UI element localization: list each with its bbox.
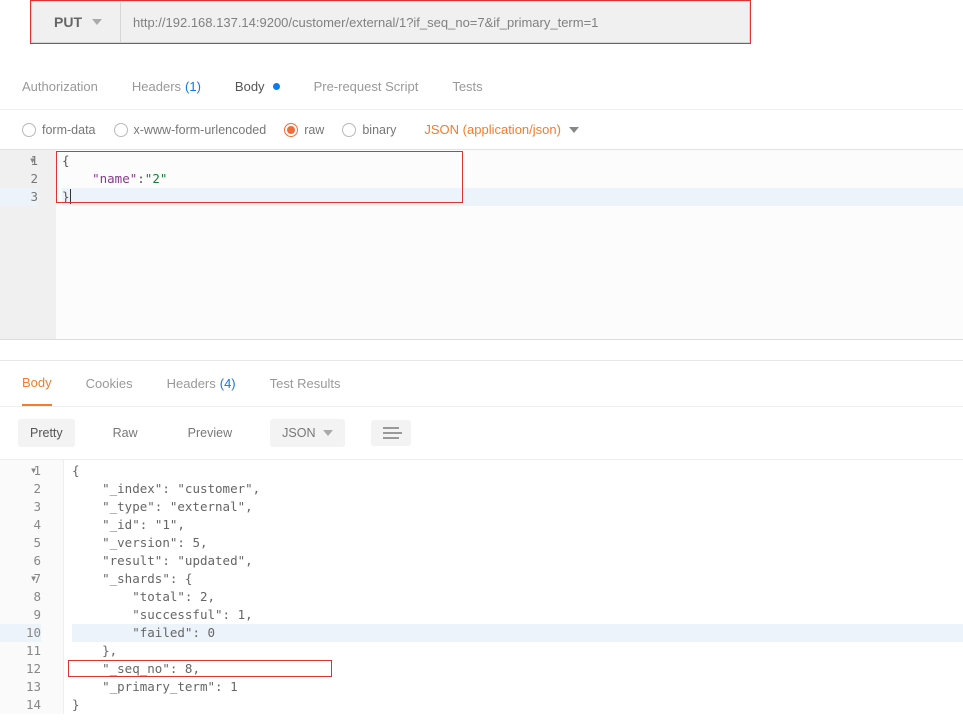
method-label: PUT [54, 14, 82, 30]
radio-raw[interactable]: raw [284, 123, 324, 137]
response-toolbar: Pretty Raw Preview JSON [0, 407, 963, 460]
code-area[interactable]: { "name":"2" } [56, 150, 963, 206]
view-pretty[interactable]: Pretty [18, 419, 75, 447]
tab-res-body[interactable]: Body [22, 361, 52, 406]
chevron-down-icon [92, 19, 102, 25]
radio-icon [284, 123, 298, 137]
fold-icon: ▼ [31, 462, 36, 480]
request-body-editor[interactable]: 1▼ 2 3 { "name":"2" } [0, 150, 963, 340]
gutter: 1▼ 2 3 4 5 6 7▼ 8 9 10 11 12 13 14 [0, 460, 64, 714]
body-type-selector: form-data x-www-form-urlencoded raw bina… [0, 110, 963, 150]
response-type-dropdown[interactable]: JSON [270, 419, 345, 447]
view-raw[interactable]: Raw [101, 419, 150, 447]
url-input[interactable]: http://192.168.137.14:9200/customer/exte… [120, 2, 749, 42]
content-type-dropdown[interactable]: JSON (application/json) [424, 122, 579, 137]
chevron-down-icon [323, 430, 333, 436]
response-body-editor[interactable]: 1▼ 2 3 4 5 6 7▼ 8 9 10 11 12 13 14 { "_i… [0, 460, 963, 714]
tab-headers[interactable]: Headers (1) [132, 79, 201, 94]
response-area: Body Cookies Headers (4) Test Results Pr… [0, 360, 963, 714]
chevron-down-icon [569, 127, 579, 133]
wrap-icon [383, 427, 399, 439]
radio-icon [114, 123, 128, 137]
request-url-bar: PUT http://192.168.137.14:9200/customer/… [31, 1, 750, 43]
code-area[interactable]: { "_index": "customer", "_type": "extern… [64, 460, 963, 714]
dot-indicator-icon [273, 83, 280, 90]
response-tabs: Body Cookies Headers (4) Test Results [0, 361, 963, 407]
fold-icon: ▼ [31, 570, 36, 588]
fold-icon: ▼ [30, 152, 35, 170]
tab-tests[interactable]: Tests [452, 79, 482, 94]
radio-icon [342, 123, 356, 137]
tab-res-headers[interactable]: Headers (4) [167, 376, 236, 391]
tab-res-tests[interactable]: Test Results [270, 376, 341, 391]
radio-icon [22, 123, 36, 137]
method-selector[interactable]: PUT [32, 2, 120, 42]
tab-body[interactable]: Body [235, 79, 280, 94]
radio-urlencoded[interactable]: x-www-form-urlencoded [114, 123, 267, 137]
gutter: 1▼ 2 3 [0, 150, 56, 339]
request-tabs: Authorization Headers (1) Body Pre-reque… [0, 64, 963, 110]
res-headers-count: (4) [220, 376, 236, 391]
wrap-lines-button[interactable] [371, 420, 411, 446]
tab-authorization[interactable]: Authorization [22, 79, 98, 94]
tab-prerequest[interactable]: Pre-request Script [314, 79, 419, 94]
tab-res-cookies[interactable]: Cookies [86, 376, 133, 391]
headers-count: (1) [185, 79, 201, 94]
view-preview[interactable]: Preview [176, 419, 244, 447]
radio-binary[interactable]: binary [342, 123, 396, 137]
url-value: http://192.168.137.14:9200/customer/exte… [133, 15, 598, 30]
radio-form-data[interactable]: form-data [22, 123, 96, 137]
cursor [70, 189, 79, 204]
